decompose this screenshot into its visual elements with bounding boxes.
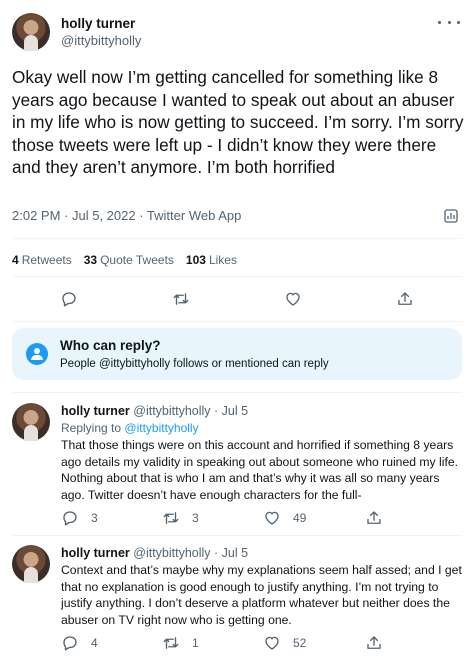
tweet-source[interactable]: Twitter Web App: [147, 208, 241, 223]
reply-actions: 3 3 49: [0, 509, 474, 529]
tweet-date[interactable]: Jul 5, 2022: [72, 208, 136, 223]
analytics-icon[interactable]: [444, 209, 458, 223]
who-can-reply-box: Who can reply? People @ittybittyholly fo…: [12, 328, 462, 380]
reply-text: That those things were on this account a…: [61, 438, 458, 502]
reply-header: holly turner @ittybittyholly · Jul 5: [61, 546, 249, 560]
reply-icon: [63, 636, 77, 651]
like-count: 52: [293, 636, 307, 650]
retweet-count: 1: [192, 636, 199, 650]
divider: [12, 238, 462, 239]
like-icon: [286, 292, 300, 306]
like-icon: [265, 636, 279, 650]
retweet-icon: [163, 512, 179, 524]
quote-tweets-stat[interactable]: 33 Quote Tweets: [84, 253, 174, 267]
reply-date[interactable]: Jul 5: [222, 404, 248, 418]
retweet-button[interactable]: 3: [162, 509, 199, 527]
tweet-actions: [0, 290, 474, 310]
like-count: 49: [293, 511, 307, 525]
tweet-meta: 2:02 PM · Jul 5, 2022 · Twitter Web App: [12, 208, 242, 223]
tweet-stats: 4 Retweets 33 Quote Tweets 103 Likes: [12, 253, 237, 267]
handle[interactable]: @ittybittyholly: [61, 33, 141, 48]
display-name[interactable]: holly turner: [61, 16, 135, 31]
share-button[interactable]: [396, 290, 414, 308]
reply-text: Context and that’s maybe why my explanat…: [61, 563, 462, 627]
like-button[interactable]: 49: [263, 509, 306, 527]
like-button[interactable]: [284, 290, 302, 308]
reply-icon: [62, 292, 76, 307]
reply-tweet[interactable]: holly turner @ittybittyholly · Jul 5 Con…: [0, 536, 474, 658]
share-button[interactable]: [365, 634, 383, 652]
divider: [12, 392, 462, 393]
share-icon: [367, 511, 381, 524]
tweet-time[interactable]: 2:02 PM: [12, 208, 60, 223]
handle[interactable]: @ittybittyholly: [133, 546, 210, 560]
person-icon: [26, 343, 48, 365]
retweet-icon: [163, 637, 179, 649]
share-button[interactable]: [365, 509, 383, 527]
reply-header: holly turner @ittybittyholly · Jul 5: [61, 404, 249, 418]
divider: [12, 321, 462, 322]
display-name[interactable]: holly turner: [61, 404, 130, 418]
retweet-button[interactable]: 1: [162, 634, 199, 652]
retweet-icon: [173, 293, 189, 305]
mention-link[interactable]: @ittybittyholly: [124, 421, 198, 435]
more-icon[interactable]: [438, 16, 460, 28]
retweets-stat[interactable]: 4 Retweets: [12, 253, 72, 267]
reply-tweet[interactable]: holly turner @ittybittyholly · Jul 5 Rep…: [0, 395, 474, 533]
avatar[interactable]: [12, 403, 50, 441]
share-icon: [398, 292, 412, 305]
retweet-button[interactable]: [172, 290, 190, 308]
replying-to: Replying to @ittybittyholly: [61, 421, 199, 435]
avatar[interactable]: [12, 545, 50, 583]
who-can-reply-title: Who can reply?: [60, 338, 161, 353]
reply-count: 3: [91, 511, 98, 525]
like-button[interactable]: 52: [263, 634, 306, 652]
display-name[interactable]: holly turner: [61, 546, 130, 560]
avatar[interactable]: [12, 13, 50, 51]
likes-stat[interactable]: 103 Likes: [186, 253, 237, 267]
who-can-reply-subtitle: People @ittybittyholly follows or mentio…: [60, 358, 329, 370]
tweet-text: Okay well now I’m getting cancelled for …: [12, 67, 464, 177]
retweet-count: 3: [192, 511, 199, 525]
reply-count: 4: [91, 636, 98, 650]
reply-button[interactable]: 4: [61, 634, 98, 652]
share-icon: [367, 636, 381, 649]
reply-button[interactable]: 3: [61, 509, 98, 527]
reply-icon: [63, 511, 77, 526]
reply-button[interactable]: [60, 290, 78, 308]
handle[interactable]: @ittybittyholly: [133, 404, 210, 418]
reply-date[interactable]: Jul 5: [222, 546, 248, 560]
divider: [12, 276, 462, 277]
reply-actions: 4 1 52: [0, 634, 474, 654]
like-icon: [265, 511, 279, 525]
